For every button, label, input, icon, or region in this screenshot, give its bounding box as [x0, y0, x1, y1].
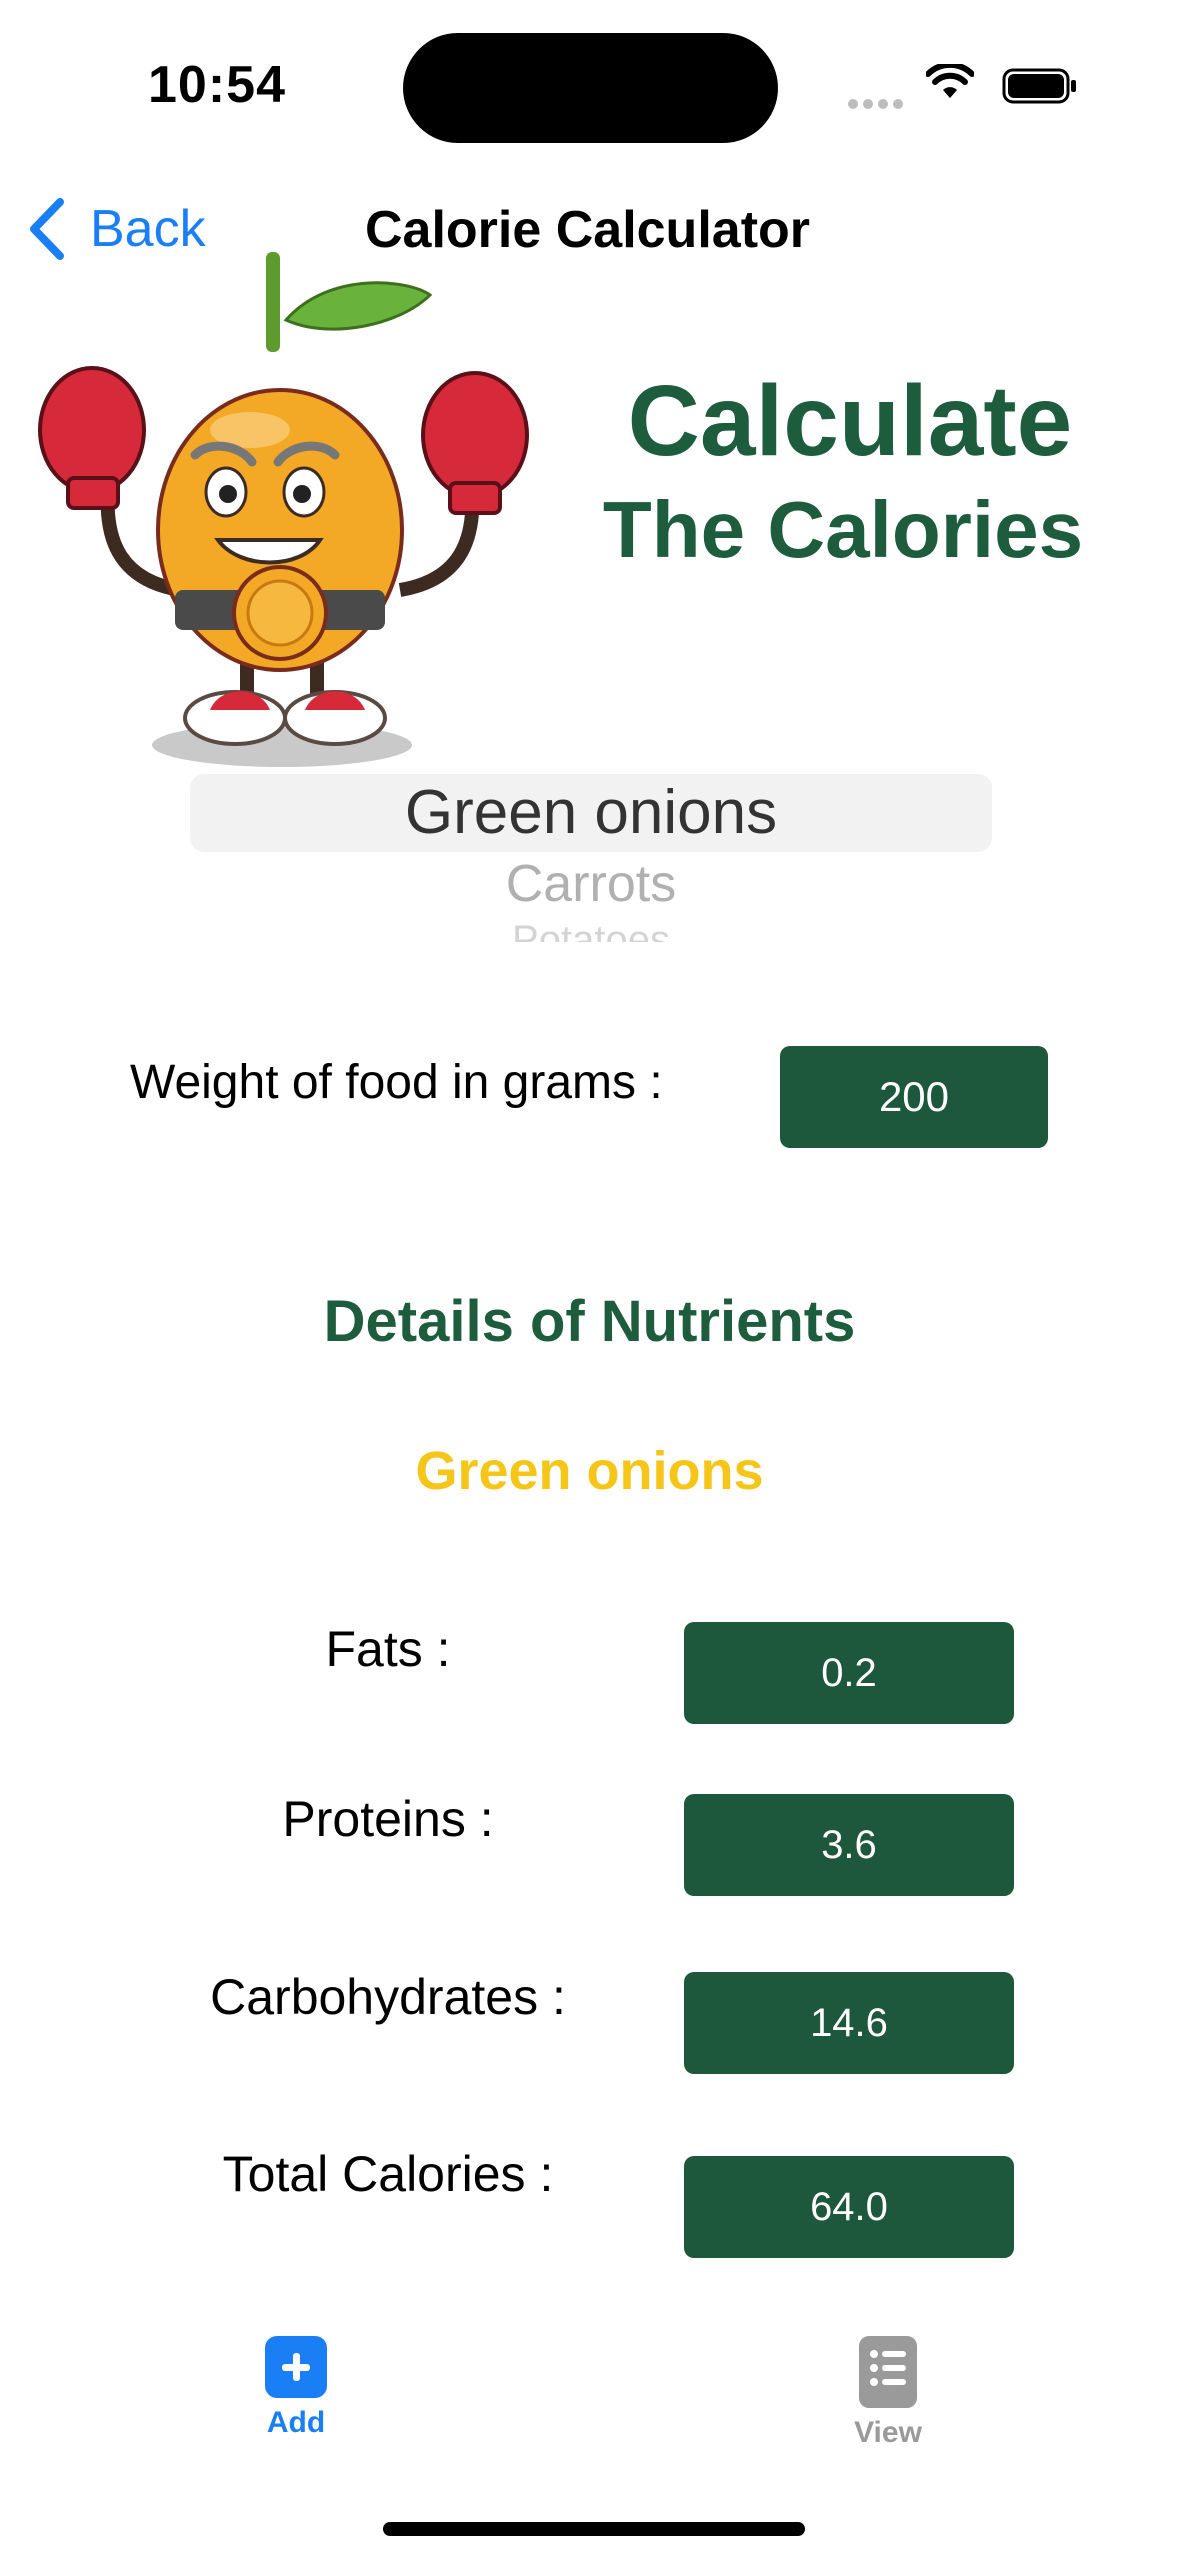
- carbohydrates-label: Carbohydrates :: [210, 1969, 566, 2025]
- proteins-label: Proteins :: [282, 1791, 494, 1847]
- hero-line-1: Calculate: [627, 365, 1073, 477]
- food-picker-option[interactable]: Potatoes: [190, 920, 992, 942]
- proteins-value: 3.6: [684, 1794, 1014, 1896]
- food-picker-option[interactable]: Carrots: [190, 854, 992, 914]
- wifi-icon: [925, 61, 975, 105]
- selected-food-name: Green onions: [415, 1441, 764, 1501]
- plus-square-icon: [265, 2336, 327, 2398]
- cellular-signal-icon: [848, 96, 908, 114]
- hero-line-2: The Calories: [602, 485, 1084, 574]
- weight-input[interactable]: 200: [780, 1046, 1048, 1148]
- orange-boxer-mascot: [30, 240, 530, 780]
- dynamic-island: [403, 33, 778, 143]
- total-calories-label: Total Calories :: [222, 2146, 554, 2202]
- total-calories-value: 64.0: [684, 2156, 1014, 2258]
- list-doc-icon: [859, 2336, 917, 2408]
- home-indicator[interactable]: [383, 2522, 805, 2536]
- tab-view-label: View: [854, 2416, 922, 2449]
- weight-label: Weight of food in grams :: [130, 1056, 663, 1109]
- details-title: Details of Nutrients: [323, 1289, 856, 1354]
- fats-label: Fats :: [325, 1621, 451, 1677]
- tab-add-label: Add: [266, 2406, 326, 2439]
- battery-icon: [1002, 68, 1078, 109]
- tab-add[interactable]: Add: [196, 2336, 396, 2440]
- carbohydrates-value: 14.6: [684, 1972, 1014, 2074]
- status-time: 10:54: [148, 56, 286, 114]
- fats-value: 0.2: [684, 1622, 1014, 1724]
- food-picker-selected[interactable]: Green onions: [190, 774, 992, 852]
- tab-view[interactable]: View: [788, 2336, 988, 2450]
